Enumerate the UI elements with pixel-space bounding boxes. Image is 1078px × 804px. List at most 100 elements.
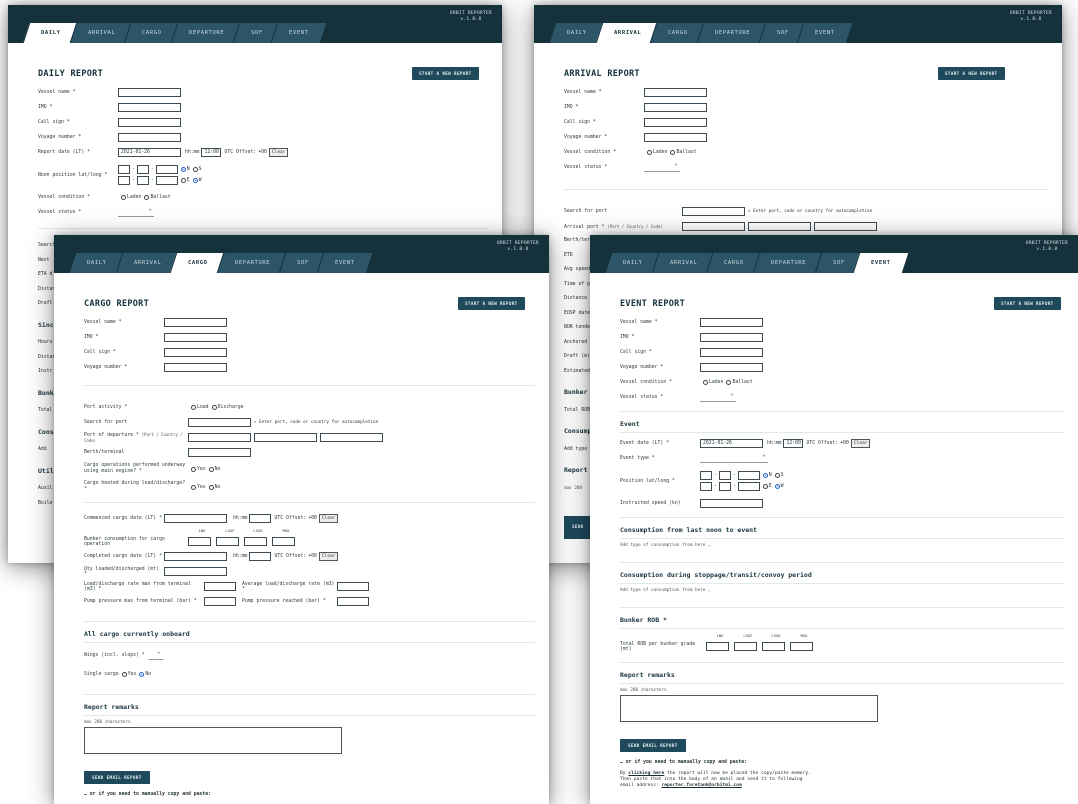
call-sign-input[interactable] [118,118,181,127]
w-radio[interactable] [192,178,198,183]
send-email-button[interactable]: SEND EMAIL REPORT [620,739,686,752]
voyage-number-input[interactable] [118,133,181,142]
s-radio[interactable] [774,473,780,478]
e-radio[interactable] [180,178,186,183]
lat-deg-input[interactable] [700,471,712,480]
departure-country-input[interactable] [254,433,317,442]
completed-time-input[interactable] [249,552,272,561]
tab-event[interactable]: EVENT [853,253,909,273]
rob-lng-input[interactable] [706,642,729,651]
rob-mgo-input[interactable] [790,642,813,651]
imo-input[interactable] [644,103,707,112]
discharge-radio[interactable] [211,405,217,410]
tab-departure[interactable]: DEPARTURE [216,253,287,273]
vessel-status-select[interactable] [118,205,154,217]
ops-yes-radio[interactable] [191,466,196,472]
send-email-button[interactable]: SEND EMAIL REPORT [84,771,150,784]
arrival-country-input[interactable] [748,222,811,231]
tab-arrival[interactable]: ARRIVAL [651,253,715,273]
call-sign-input[interactable] [700,348,763,357]
event-date-input[interactable]: 2021-01-26 [700,439,763,448]
avg-rate-input[interactable] [337,582,369,591]
tab-event[interactable]: EVENT [271,23,327,43]
tab-arrival[interactable]: ARRIVAL [115,253,179,273]
event-utc-select[interactable]: +00 [840,441,849,446]
vessel-status-select[interactable] [700,390,736,402]
call-sign-input[interactable] [164,348,227,357]
report-date-input[interactable]: 2021-01-26 [118,148,181,157]
vessel-status-select[interactable] [644,160,680,172]
commenced-utc-select[interactable]: +00 [308,516,317,521]
voyage-number-input[interactable] [700,363,763,372]
clear-button[interactable]: Clear [268,148,289,157]
n-radio[interactable] [762,473,768,478]
ballast-radio[interactable] [144,195,150,200]
call-sign-input[interactable] [644,118,707,127]
heated-no-radio[interactable] [208,484,214,490]
laden-radio[interactable] [647,150,652,155]
lsgo-input[interactable] [244,537,267,546]
lon-deg-input[interactable] [118,176,130,185]
load-radio[interactable] [191,405,196,410]
event-type-select[interactable] [700,451,768,463]
max-rate-input[interactable] [204,582,236,591]
pump-reached-input[interactable] [337,597,369,606]
vessel-name-input[interactable] [118,88,181,97]
departure-port-input[interactable] [188,433,251,442]
tab-arrival[interactable]: ARRIVAL [595,23,659,43]
event-clear-button[interactable]: Clear [850,439,871,448]
arrival-port-input[interactable] [682,222,745,231]
remarks-textarea[interactable] [84,727,342,754]
w-radio[interactable] [774,484,780,489]
lsgf-input[interactable] [216,537,239,546]
laden-radio[interactable] [121,195,126,200]
heated-yes-radio[interactable] [191,484,196,490]
rob-lsgo-input[interactable] [762,642,785,651]
search-port-input[interactable] [188,418,251,427]
commenced-time-input[interactable] [249,514,272,523]
pump-max-input[interactable] [204,597,236,606]
mgo-input[interactable] [272,537,295,546]
commenced-date-input[interactable] [164,514,227,523]
rob-lsgf-input[interactable] [734,642,757,651]
vessel-name-input[interactable] [644,88,707,97]
add-cons-noon-select[interactable]: Add type of consumption from here ⌄ [620,543,1078,548]
imo-input[interactable] [164,333,227,342]
arrival-code-input[interactable] [814,222,877,231]
imo-input[interactable] [700,333,763,342]
vessel-name-input[interactable] [700,318,763,327]
voyage-number-input[interactable] [164,363,227,372]
vessel-name-input[interactable] [164,318,227,327]
lon-min-input[interactable] [718,482,731,491]
lat-min-input[interactable] [718,471,731,480]
berth-input[interactable] [188,448,251,457]
tab-event[interactable]: EVENT [797,23,853,43]
start-new-report-button[interactable]: START A NEW REPORT [412,67,479,80]
tab-departure[interactable]: DEPARTURE [170,23,241,43]
ops-no-radio[interactable] [208,466,214,472]
lon-sec-input[interactable] [155,176,178,185]
lon-deg-input[interactable] [700,482,712,491]
email-address-link[interactable]: reporter.furetank@orbitmi.com [662,783,742,788]
qty-input[interactable] [164,567,227,576]
n-radio[interactable] [180,167,186,172]
search-port-input[interactable] [682,207,745,216]
instructed-speed-input[interactable] [700,499,763,508]
ballast-radio[interactable] [726,380,732,385]
tab-departure[interactable]: DEPARTURE [752,253,823,273]
event-time-input[interactable]: 12:00 [783,439,804,448]
add-cons-stoppage-select[interactable]: Add type of consumption from here ⌄ [620,588,1078,593]
lat-sec-input[interactable] [155,165,178,174]
utc-offset-select[interactable]: +00 [258,150,267,155]
lng-input[interactable] [188,537,211,546]
commenced-clear-button[interactable]: Clear [318,514,339,523]
tab-departure[interactable]: DEPARTURE [696,23,767,43]
ballast-radio[interactable] [670,150,676,155]
start-new-report-button[interactable]: START A NEW REPORT [458,297,525,310]
departure-code-input[interactable] [320,433,383,442]
report-time-input[interactable]: 12:00 [201,148,222,157]
e-radio[interactable] [762,484,768,489]
completed-date-input[interactable] [164,552,227,561]
single-yes-radio[interactable] [121,672,127,677]
wings-select[interactable] [148,648,163,660]
